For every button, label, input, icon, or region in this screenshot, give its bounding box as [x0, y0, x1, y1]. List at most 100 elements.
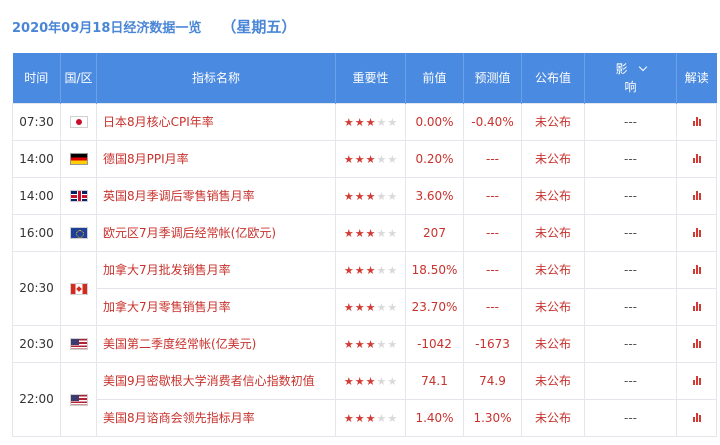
table-row: 16:00 欧元区7月季调后经常帐(亿欧元) ★ ★ ★ ★ ★ 207 --- 未公布 --- [12, 213, 717, 252]
bar-chart-icon[interactable] [692, 412, 701, 422]
indicator-name[interactable]: 欧元区7月季调后经常帐(亿欧元) [96, 213, 336, 252]
col-header-indicator: 指标名称 [96, 53, 336, 103]
usa-flag-icon [69, 338, 88, 350]
analysis-cell[interactable] [676, 361, 717, 400]
star-icon: ★ [354, 189, 365, 203]
impact-value: --- [584, 324, 677, 363]
table-row: 07:30 日本8月核心CPI年率 ★ ★ ★ ★ ★ 0.00% -0.40% 未公布 --- [12, 102, 717, 141]
published-value: 未公布 [521, 324, 585, 363]
col-header-importance: 重要性 [335, 53, 406, 103]
star-icon: ★ [376, 337, 387, 351]
country-cell [60, 250, 97, 326]
impact-value: --- [584, 287, 677, 326]
published-value: 未公布 [521, 139, 585, 178]
country-cell [60, 139, 97, 178]
star-icon: ★ [343, 411, 354, 425]
time-cell: 16:00 [12, 213, 61, 252]
economic-data-table: 时间 国/区 指标名称 重要性 前值 预测值 公布值 影 响 解读 07:30 日… [12, 53, 717, 437]
previous-value: 3.60% [405, 176, 464, 215]
analysis-cell[interactable] [676, 102, 717, 141]
country-cell [60, 176, 97, 215]
bar-chart-icon[interactable] [692, 153, 701, 163]
star-icon: ★ [376, 152, 387, 166]
bar-chart-icon[interactable] [692, 116, 701, 126]
impact-value: --- [584, 213, 677, 252]
importance-cell: ★ ★ ★ ★ ★ [335, 324, 406, 363]
previous-value: 0.00% [405, 102, 464, 141]
page-header: 2020年09月18日经济数据一览 （星期五） [0, 0, 720, 52]
table-header-row: 时间 国/区 指标名称 重要性 前值 预测值 公布值 影 响 解读 [12, 53, 717, 103]
star-icon: ★ [365, 411, 376, 425]
analysis-cell[interactable] [676, 398, 717, 437]
importance-cell: ★ ★ ★ ★ ★ [335, 398, 406, 437]
forecast-value: --- [463, 287, 522, 326]
previous-value: 1.40% [405, 398, 464, 437]
impact-value: --- [584, 398, 677, 437]
col-header-forecast: 预测值 [463, 53, 522, 103]
star-icon: ★ [387, 189, 398, 203]
impact-value: --- [584, 361, 677, 400]
star-icon: ★ [343, 300, 354, 314]
importance-cell: ★ ★ ★ ★ ★ [335, 139, 406, 178]
importance-stars: ★ ★ ★ ★ ★ [344, 191, 397, 202]
published-value: 未公布 [521, 361, 585, 400]
bar-chart-icon[interactable] [692, 375, 701, 385]
star-icon: ★ [343, 337, 354, 351]
bar-chart-icon[interactable] [692, 264, 701, 274]
bar-chart-icon[interactable] [692, 338, 701, 348]
impact-value: --- [584, 102, 677, 141]
analysis-cell[interactable] [676, 250, 717, 289]
star-icon: ★ [354, 263, 365, 277]
table-row: 14:00 德国8月PPI月率 ★ ★ ★ ★ ★ 0.20% --- 未公布 --- [12, 139, 717, 178]
bar-chart-icon[interactable] [692, 301, 701, 311]
indicator-name[interactable]: 德国8月PPI月率 [96, 139, 336, 178]
indicator-name[interactable]: 加拿大7月批发销售月率 [96, 250, 336, 289]
indicator-name[interactable]: 日本8月核心CPI年率 [96, 102, 336, 141]
published-value: 未公布 [521, 287, 585, 326]
star-icon: ★ [365, 189, 376, 203]
star-icon: ★ [376, 115, 387, 129]
time-cell: 14:00 [12, 176, 61, 215]
star-icon: ★ [365, 263, 376, 277]
forecast-value: --- [463, 250, 522, 289]
col-header-time: 时间 [12, 53, 61, 103]
importance-stars: ★ ★ ★ ★ ★ [344, 339, 397, 350]
analysis-cell[interactable] [676, 287, 717, 326]
col-header-analysis: 解读 [676, 53, 717, 103]
importance-cell: ★ ★ ★ ★ ★ [335, 361, 406, 400]
indicator-name[interactable]: 加拿大7月零售销售月率 [96, 287, 336, 326]
analysis-cell[interactable] [676, 213, 717, 252]
importance-cell: ★ ★ ★ ★ ★ [335, 213, 406, 252]
previous-value: 23.70% [405, 287, 464, 326]
indicator-name[interactable]: 英国8月季调后零售销售月率 [96, 176, 336, 215]
importance-stars: ★ ★ ★ ★ ★ [344, 265, 397, 276]
indicator-name[interactable]: 美国第二季度经常帐(亿美元) [96, 324, 336, 363]
importance-stars: ★ ★ ★ ★ ★ [344, 302, 397, 313]
star-icon: ★ [376, 374, 387, 388]
table-row: 14:00 英国8月季调后零售销售月率 ★ ★ ★ ★ ★ 3.60% --- 未公布 --- [12, 176, 717, 215]
star-icon: ★ [343, 263, 354, 277]
indicator-name[interactable]: 美国8月谘商会领先指标月率 [96, 398, 336, 437]
chevron-down-icon[interactable] [638, 63, 647, 72]
published-value: 未公布 [521, 398, 585, 437]
analysis-cell[interactable] [676, 139, 717, 178]
table-row: 22:00 美国9月密歇根大学消费者信心指数初值 ★ ★ ★ ★ ★ 74.1 74.9 未公布 -… [12, 361, 717, 437]
indicator-name[interactable]: 美国9月密歇根大学消费者信心指数初值 [96, 361, 336, 400]
table-row: 美国8月谘商会领先指标月率 ★ ★ ★ ★ ★ 1.40% 1.30% 未公布 --- [13, 398, 717, 437]
star-icon: ★ [343, 374, 354, 388]
importance-stars: ★ ★ ★ ★ ★ [344, 228, 397, 239]
col-header-impact[interactable]: 影 响 [584, 53, 677, 103]
bar-chart-icon[interactable] [692, 190, 701, 200]
country-cell [60, 102, 97, 141]
star-icon: ★ [387, 263, 398, 277]
analysis-cell[interactable] [676, 176, 717, 215]
analysis-cell[interactable] [676, 324, 717, 363]
time-cell: 07:30 [12, 102, 61, 141]
page-title: 2020年09月18日经济数据一览 [12, 20, 202, 36]
star-icon: ★ [376, 263, 387, 277]
bar-chart-icon[interactable] [692, 227, 701, 237]
forecast-value: --- [463, 213, 522, 252]
star-icon: ★ [354, 300, 365, 314]
uk-flag-icon [69, 190, 88, 202]
impact-label-2: 响 [624, 79, 637, 94]
